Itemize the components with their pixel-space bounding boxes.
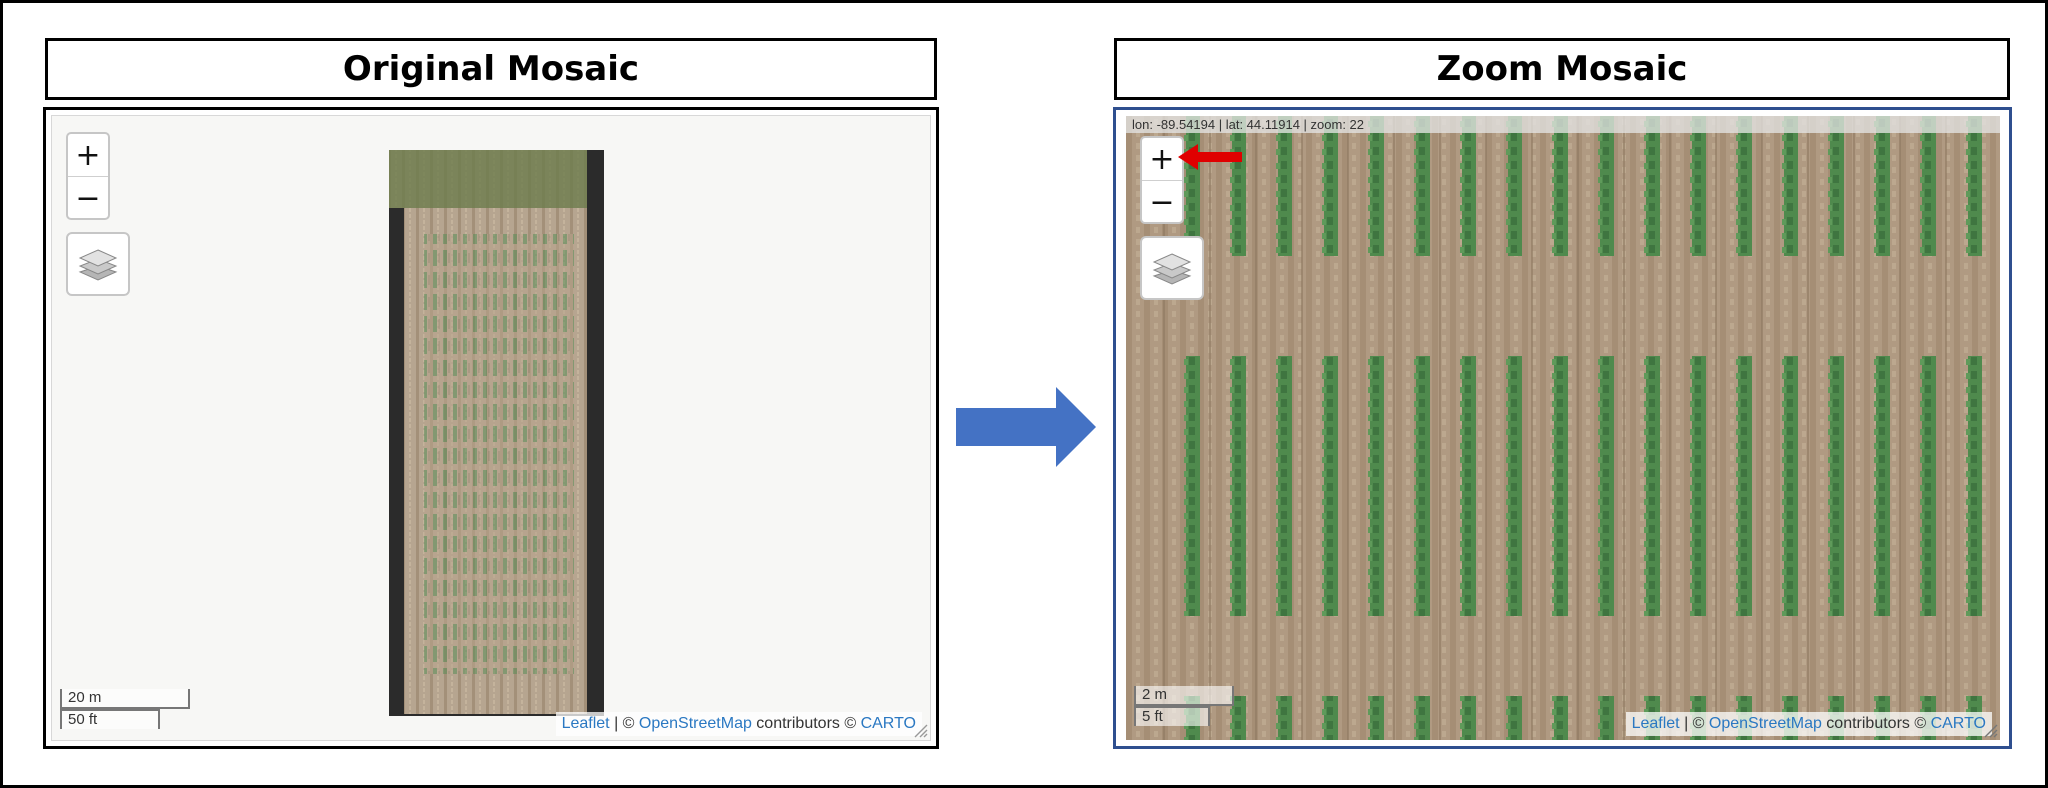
original-mosaic-title: Original Mosaic xyxy=(45,38,937,100)
left-zoom-control: + − xyxy=(66,132,110,220)
attrib-sep: | © xyxy=(609,715,639,732)
original-mosaic-panel: + − 20 m 50 ft Leaflet | © OpenStreetMap… xyxy=(43,107,939,749)
right-zoom-out-button[interactable]: − xyxy=(1142,181,1182,223)
left-layers-button[interactable] xyxy=(66,232,130,296)
carto-link[interactable]: CARTO xyxy=(1931,715,1986,732)
leaflet-link[interactable]: Leaflet xyxy=(562,715,610,732)
right-zoom-in-button[interactable]: + xyxy=(1142,138,1182,181)
zoom-mosaic-image xyxy=(1126,116,2000,740)
left-scale-metric: 20 m xyxy=(60,689,190,709)
left-zoom-in-button[interactable]: + xyxy=(68,134,108,177)
layers-icon xyxy=(78,249,118,281)
attrib-contributors: contributors © xyxy=(1821,715,1931,732)
attrib-sep: | © xyxy=(1679,715,1709,732)
left-zoom-out-button[interactable]: − xyxy=(68,177,108,219)
osm-link[interactable]: OpenStreetMap xyxy=(1709,715,1822,732)
zoom-mosaic-title-text: Zoom Mosaic xyxy=(1436,49,1688,89)
original-map-view[interactable]: + − 20 m 50 ft Leaflet | © OpenStreetMap… xyxy=(51,115,931,741)
zoom-mosaic-panel: lon: -89.54194 | lat: 44.11914 | zoom: 2… xyxy=(1113,107,2012,749)
right-scale-imperial: 5 ft xyxy=(1134,706,1210,726)
red-arrow-icon xyxy=(1178,144,1242,170)
left-attribution: Leaflet | © OpenStreetMap contributors ©… xyxy=(555,712,922,736)
coordinate-readout: lon: -89.54194 | lat: 44.11914 | zoom: 2… xyxy=(1126,116,2000,133)
zoom-mosaic-title: Zoom Mosaic xyxy=(1114,38,2010,100)
carto-link[interactable]: CARTO xyxy=(861,715,916,732)
leaflet-link[interactable]: Leaflet xyxy=(1632,715,1680,732)
left-resize-grip-icon[interactable] xyxy=(912,722,928,738)
right-attribution: Leaflet | © OpenStreetMap contributors ©… xyxy=(1625,712,1992,736)
right-layers-button[interactable] xyxy=(1140,236,1204,300)
attrib-contributors: contributors © xyxy=(751,715,861,732)
right-scale-metric: 2 m xyxy=(1134,686,1234,706)
right-arrow-icon xyxy=(956,387,1096,467)
layers-icon xyxy=(1152,253,1192,285)
zoom-map-view[interactable]: lon: -89.54194 | lat: 44.11914 | zoom: 2… xyxy=(1126,116,2000,740)
left-scale-imperial: 50 ft xyxy=(60,709,160,729)
osm-link[interactable]: OpenStreetMap xyxy=(639,715,752,732)
original-mosaic-image xyxy=(389,150,604,716)
original-mosaic-title-text: Original Mosaic xyxy=(342,49,640,89)
right-resize-grip-icon[interactable] xyxy=(1982,722,1998,738)
